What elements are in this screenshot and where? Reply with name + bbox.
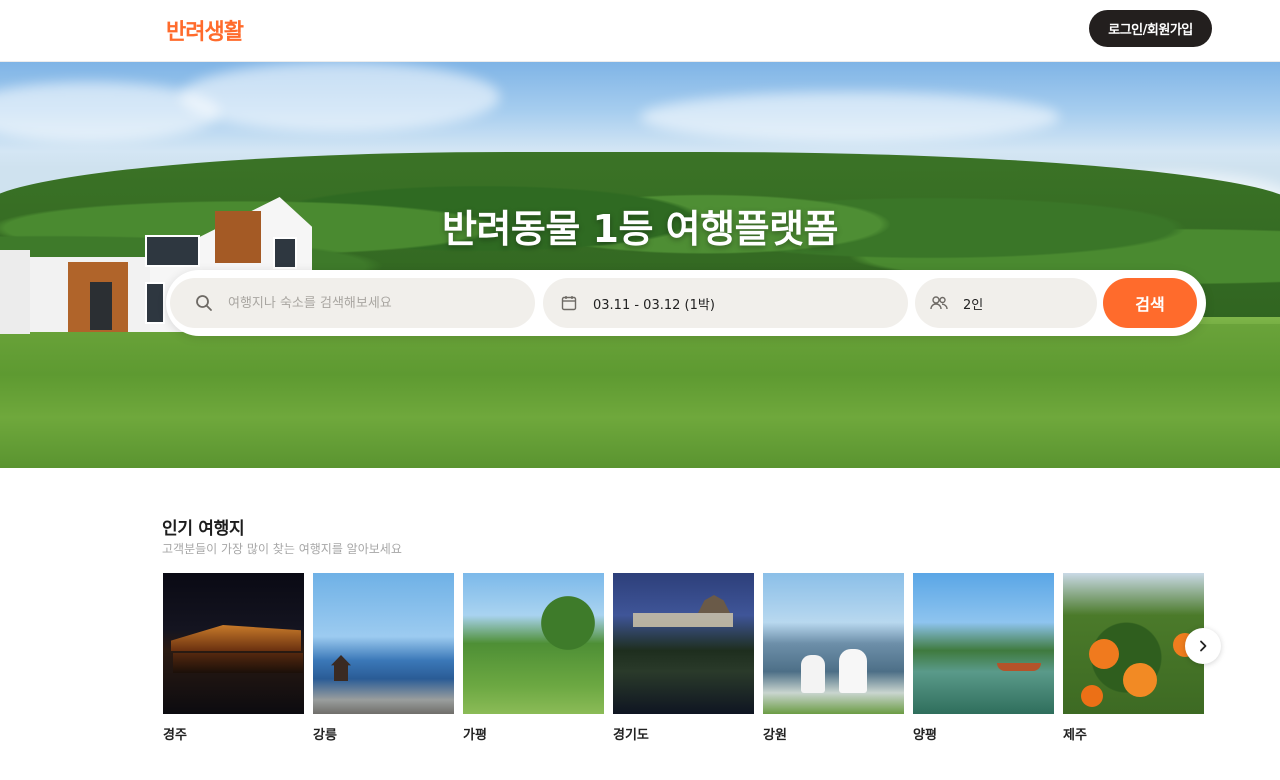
destination-image	[613, 573, 754, 714]
destination-name: 양평	[913, 728, 937, 743]
login-signup-button[interactable]: 로그인/회원가입	[1089, 10, 1212, 47]
destination-search-field[interactable]	[170, 278, 535, 328]
destination-card-jeju[interactable]: 제주	[1063, 573, 1204, 743]
section-title: 인기 여행지	[162, 519, 245, 539]
guest-value: 2인	[963, 297, 984, 313]
logo[interactable]: 반려생활	[166, 14, 244, 46]
destination-carousel: 경주 강릉 가평 경기도 강원 양평 제주	[163, 573, 1205, 753]
users-icon	[929, 293, 949, 313]
destination-image	[463, 573, 604, 714]
hero-banner: 반려동물 1등 여행플랫폼	[0, 62, 1280, 468]
destination-name: 경주	[163, 728, 187, 743]
destination-image	[313, 573, 454, 714]
date-value: 03.11 - 03.12 (1박)	[593, 297, 715, 313]
section-subtitle: 고객분들이 가장 많이 찾는 여행지를 알아보세요	[162, 542, 402, 556]
destination-card-gyeonggi[interactable]: 경기도	[613, 573, 754, 743]
destination-image	[913, 573, 1054, 714]
destination-image	[763, 573, 904, 714]
search-button[interactable]: 검색	[1103, 278, 1197, 328]
destination-name: 가평	[463, 728, 487, 743]
date-field[interactable]: 03.11 - 03.12 (1박)	[543, 278, 908, 328]
calendar-icon	[559, 293, 579, 313]
destination-name: 제주	[1063, 728, 1087, 743]
chevron-right-icon	[1197, 637, 1209, 656]
destination-name: 경기도	[613, 728, 649, 743]
site-header: 반려생활 로그인/회원가입	[0, 0, 1280, 62]
destination-card-gangneung[interactable]: 강릉	[313, 573, 454, 743]
search-bar: 03.11 - 03.12 (1박) 2인 검색	[166, 270, 1206, 336]
lawn	[0, 324, 1280, 468]
destination-image	[163, 573, 304, 714]
carousel-next-button[interactable]	[1185, 628, 1221, 664]
destination-card-gangwon[interactable]: 강원	[763, 573, 904, 743]
destination-name: 강릉	[313, 728, 337, 743]
search-icon	[194, 293, 214, 313]
guest-field[interactable]: 2인	[915, 278, 1097, 328]
destination-name: 강원	[763, 728, 787, 743]
hero-title: 반려동물 1등 여행플랫폼	[441, 207, 839, 251]
destination-image	[1063, 573, 1204, 714]
destination-card-gapyeong[interactable]: 가평	[463, 573, 604, 743]
destination-card-gyeongju[interactable]: 경주	[163, 573, 304, 743]
search-input[interactable]	[228, 295, 508, 311]
destination-card-yangpyeong[interactable]: 양평	[913, 573, 1054, 743]
